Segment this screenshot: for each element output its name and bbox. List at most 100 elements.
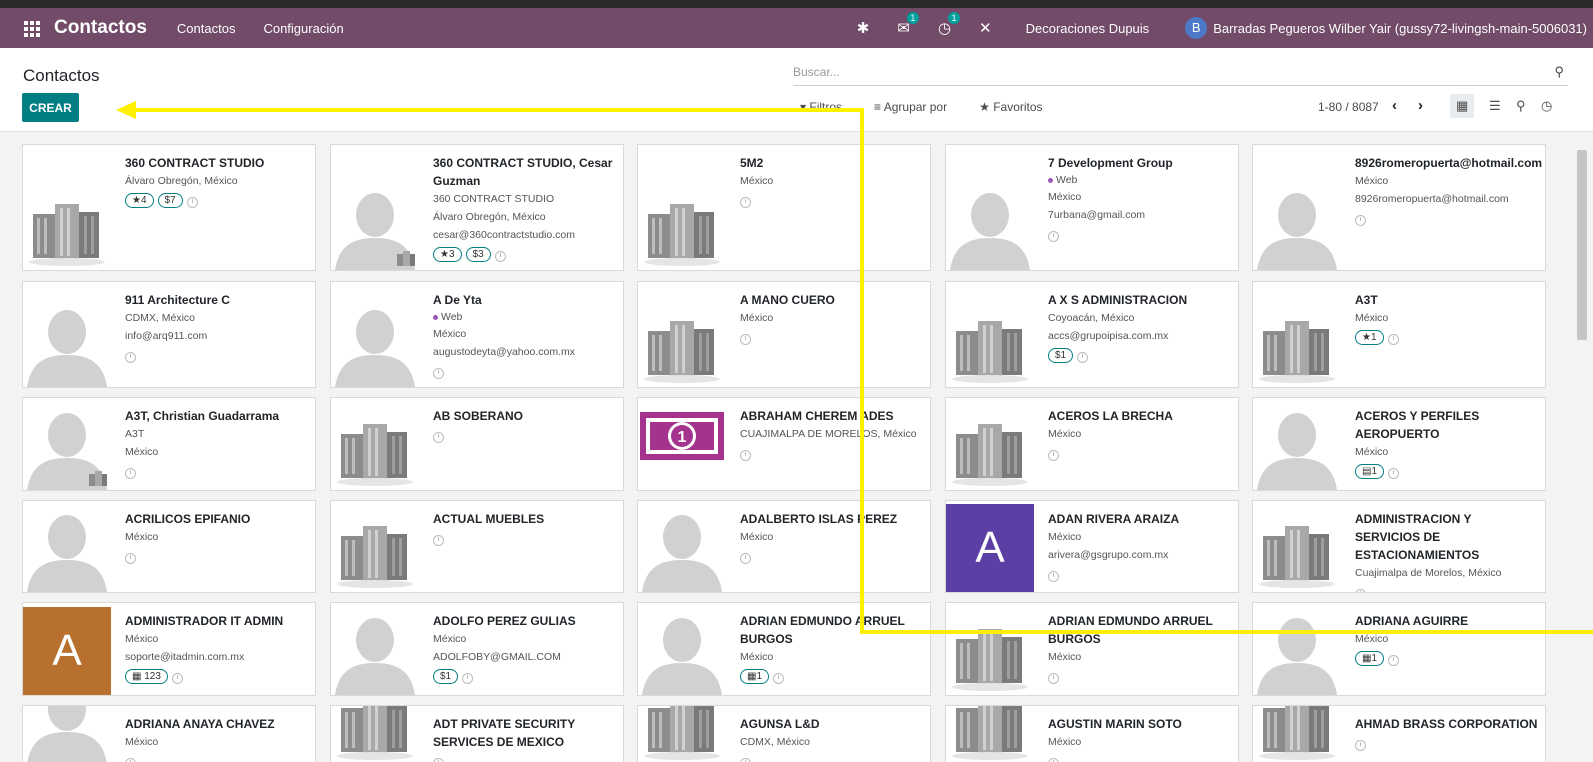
- activity-clock-icon[interactable]: [125, 352, 136, 363]
- activity-clock-icon[interactable]: [1077, 352, 1089, 363]
- activity-clock-icon[interactable]: [125, 758, 136, 762]
- apps-grid-icon[interactable]: [24, 21, 40, 37]
- activity-clock-icon[interactable]: [1388, 468, 1400, 479]
- menu-contactos[interactable]: Contactos: [177, 21, 236, 36]
- contact-card[interactable]: ADMINISTRACION Y SERVICIOS DE ESTACIONAM…: [1252, 500, 1546, 593]
- contact-card[interactable]: 360 CONTRACT STUDIO, Cesar Guzman 360 CON…: [330, 144, 624, 271]
- count-badge[interactable]: $3: [465, 247, 491, 262]
- chat-icon[interactable]: ✉ 1: [897, 12, 919, 37]
- contact-card[interactable]: ADRIANA ANAYA CHAVEZ México: [22, 705, 316, 762]
- contact-card[interactable]: ADT PRIVATE SECURITY SERVICES DE MEXICO: [330, 705, 624, 762]
- contact-card[interactable]: AHMAD BRASS CORPORATION: [1252, 705, 1546, 762]
- contact-card[interactable]: 360 CONTRACT STUDIO Álvaro Obregón, Méxic…: [22, 144, 316, 271]
- avatar[interactable]: B: [1185, 17, 1208, 39]
- app-brand[interactable]: Contactos: [54, 17, 147, 39]
- contact-card[interactable]: AGUSTIN MARIN SOTO México: [945, 705, 1239, 762]
- contact-card[interactable]: 7 Development Group Web México 7urbana@gmai…: [945, 144, 1239, 271]
- activity-clock-icon[interactable]: [433, 368, 444, 379]
- contact-card[interactable]: ACEROS Y PERFILES AEROPUERTO México ▤1: [1252, 397, 1546, 491]
- activity-icon[interactable]: ◷ 1: [938, 12, 961, 37]
- activity-clock-icon[interactable]: [462, 673, 474, 684]
- activity-clock-icon[interactable]: [433, 535, 444, 546]
- count-badge[interactable]: ★4: [125, 193, 154, 208]
- activity-clock-icon[interactable]: [1048, 231, 1059, 242]
- activity-clock-icon[interactable]: [1355, 589, 1366, 592]
- contact-card[interactable]: ADRIANA AGUIRRE México ▦1: [1252, 602, 1546, 696]
- contact-card[interactable]: 911 Architecture C CDMX, México info@arq91…: [22, 281, 316, 388]
- count-badge[interactable]: $7: [157, 193, 183, 208]
- activity-clock-icon[interactable]: [1355, 740, 1366, 751]
- pager-previous-icon[interactable]: ‹: [1392, 97, 1397, 114]
- kanban-view-icon[interactable]: ▦: [1456, 98, 1468, 114]
- activity-clock-icon[interactable]: [1388, 655, 1400, 666]
- map-view-icon[interactable]: ⚲: [1516, 98, 1526, 114]
- activity-clock-icon[interactable]: [433, 432, 444, 443]
- contact-card[interactable]: ADRIAN EDMUNDO ARRUEL BURGOS México: [945, 602, 1239, 696]
- activity-clock-icon[interactable]: [740, 553, 751, 564]
- kanban-view: 360 CONTRACT STUDIO Álvaro Obregón, Méxic…: [0, 131, 1593, 762]
- count-badge[interactable]: ▤1: [1355, 464, 1385, 479]
- company-switcher[interactable]: Decoraciones Dupuis: [1026, 21, 1150, 36]
- contact-card[interactable]: ADOLFO PEREZ GULIAS México ADOLFOBY@GMAIL.…: [330, 602, 624, 696]
- activity-clock-icon[interactable]: [433, 758, 444, 762]
- contact-card[interactable]: ACTUAL MUEBLES: [330, 500, 624, 593]
- activity-clock-icon[interactable]: [125, 468, 136, 479]
- activity-clock-icon[interactable]: [1048, 673, 1059, 684]
- contact-card[interactable]: 8926romeropuerta@hotmail.com México 8926ro…: [1252, 144, 1546, 271]
- activity-clock-icon[interactable]: [740, 334, 751, 345]
- contact-card[interactable]: AB SOBERANO: [330, 397, 624, 491]
- activity-clock-icon[interactable]: [186, 197, 198, 208]
- count-badge[interactable]: $1: [1048, 348, 1074, 363]
- activity-clock-icon[interactable]: [740, 758, 751, 762]
- activity-clock-icon[interactable]: [125, 553, 136, 564]
- list-view-icon[interactable]: ☰: [1489, 98, 1501, 114]
- contact-card[interactable]: ACEROS LA BRECHA México: [945, 397, 1239, 491]
- filters-button[interactable]: ▾ Filtros: [800, 100, 858, 114]
- contact-card[interactable]: A De Yta Web México augustodeyta@yahoo.com.…: [330, 281, 624, 388]
- activity-clock-icon[interactable]: [740, 450, 751, 461]
- contact-card[interactable]: A MANO CUERO México: [637, 281, 931, 388]
- search-input[interactable]: [793, 60, 1533, 84]
- count-badge[interactable]: ▦1: [740, 669, 770, 684]
- count-badge[interactable]: ▦ 123: [125, 669, 168, 684]
- contact-card[interactable]: A ADMINISTRADOR IT ADMIN México soporte@ita…: [22, 602, 316, 696]
- menu-configuracion[interactable]: Configuración: [263, 21, 343, 36]
- activity-clock-icon[interactable]: [773, 673, 785, 684]
- activity-clock-icon[interactable]: [171, 673, 183, 684]
- card-content: A De Yta Web México augustodeyta@yahoo.com.…: [433, 291, 617, 379]
- contact-card[interactable]: A ADAN RIVERA ARAIZA México arivera@gsgrupo…: [945, 500, 1239, 593]
- activity-clock-icon[interactable]: [1048, 758, 1059, 762]
- contact-card[interactable]: ACRILICOS EPIFANIO México: [22, 500, 316, 593]
- activity-clock-icon[interactable]: [1355, 215, 1366, 226]
- activity-view-icon[interactable]: ◷: [1541, 98, 1552, 114]
- contact-card[interactable]: AGUNSA L&D CDMX, México: [637, 705, 931, 762]
- contact-card[interactable]: A3T México ★1: [1252, 281, 1546, 388]
- count-badge[interactable]: $1: [433, 669, 459, 684]
- activity-clock-icon[interactable]: [494, 251, 506, 262]
- count-badge[interactable]: ▦1: [1355, 651, 1385, 666]
- activity-clock-icon[interactable]: [740, 197, 751, 208]
- contact-card[interactable]: A3T, Christian Guadarrama A3T México: [22, 397, 316, 491]
- contact-card[interactable]: 5M2 México: [637, 144, 931, 271]
- count-badge[interactable]: ★1: [1355, 330, 1384, 345]
- contact-card[interactable]: 1 ABRAHAM CHEREM ADES CUAJIMALPA DE MORELO…: [637, 397, 931, 491]
- contact-detail: México: [740, 175, 774, 187]
- favorites-button[interactable]: ★ Favoritos: [979, 100, 1058, 114]
- activity-clock-icon[interactable]: [1048, 571, 1059, 582]
- close-icon[interactable]: ✕: [979, 19, 992, 37]
- count-badge[interactable]: ★3: [433, 247, 462, 262]
- scrollbar[interactable]: [1577, 150, 1587, 340]
- contact-card[interactable]: ADRIAN EDMUNDO ARRUEL BURGOS México ▦1: [637, 602, 931, 696]
- contact-card[interactable]: A X S ADMINISTRACION Coyoacán, México accs…: [945, 281, 1239, 388]
- contact-card[interactable]: ADALBERTO ISLAS PEREZ México: [637, 500, 931, 593]
- bug-icon[interactable]: ✱: [857, 19, 870, 37]
- contact-name: ADRIAN EDMUNDO ARRUEL BURGOS: [1048, 614, 1213, 646]
- pager-value[interactable]: 1-80 / 8087: [1318, 100, 1379, 114]
- groupby-button[interactable]: ≡ Agrupar por: [874, 100, 963, 114]
- pager-next-icon[interactable]: ›: [1418, 97, 1423, 114]
- user-menu[interactable]: Barradas Pegueros Wilber Yair (gussy72-l…: [1213, 21, 1587, 36]
- search-icon[interactable]: ⚲: [1554, 64, 1564, 80]
- activity-clock-icon[interactable]: [1048, 450, 1059, 461]
- create-button[interactable]: CREAR: [22, 93, 79, 122]
- activity-clock-icon[interactable]: [1387, 334, 1399, 345]
